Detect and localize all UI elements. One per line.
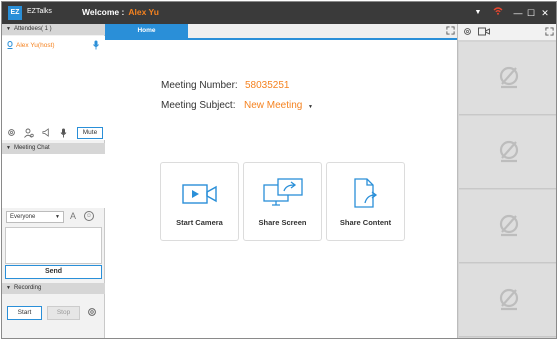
send-button[interactable]: Send bbox=[5, 265, 102, 279]
recording-controls: Start Stop bbox=[2, 301, 105, 325]
video-tile[interactable] bbox=[459, 116, 556, 189]
person-icon bbox=[7, 41, 13, 51]
chat-recipient-select[interactable]: Everyone ▼ bbox=[6, 211, 64, 223]
attendees-header[interactable]: ▼ Attendees( 1 ) bbox=[2, 24, 105, 35]
video-panel bbox=[457, 24, 556, 338]
mic-control-icon[interactable] bbox=[60, 128, 67, 140]
collapse-caret-icon: ▼ bbox=[6, 26, 11, 32]
attendee-row[interactable]: Alex Yu(host) bbox=[4, 39, 103, 52]
minimize-icon[interactable]: — bbox=[513, 6, 523, 20]
tab-home[interactable]: Home bbox=[105, 24, 188, 38]
share-screen-label: Share Screen bbox=[258, 218, 307, 227]
left-panel: ▼ Attendees( 1 ) Alex Yu(host) Mute ▼ Me… bbox=[2, 24, 105, 338]
start-camera-label: Start Camera bbox=[176, 218, 223, 227]
tab-bar: Home bbox=[105, 24, 457, 40]
meeting-chat-header-label: Meeting Chat bbox=[13, 145, 50, 151]
stop-recording-button[interactable]: Stop bbox=[47, 306, 80, 320]
microphone-icon[interactable] bbox=[93, 40, 99, 52]
video-tile[interactable] bbox=[459, 264, 556, 337]
welcome-label: Welcome : bbox=[82, 7, 125, 17]
gear-icon[interactable] bbox=[463, 27, 472, 38]
meeting-number-label: Meeting Number: bbox=[161, 80, 238, 91]
share-content-icon bbox=[353, 178, 377, 208]
chat-recipient-value: Everyone bbox=[10, 214, 36, 220]
fullscreen-icon[interactable] bbox=[446, 26, 455, 37]
app-name: EZTalks bbox=[27, 8, 52, 15]
font-icon[interactable]: A bbox=[70, 211, 76, 221]
welcome-text: Welcome : Alex Yu bbox=[82, 7, 159, 17]
recording-settings-icon[interactable] bbox=[87, 307, 97, 319]
collapse-caret-icon: ▼ bbox=[6, 145, 11, 151]
start-camera-card[interactable]: Start Camera bbox=[160, 162, 239, 241]
main-area: Home Meeting Number: 58035251 Meeting Su… bbox=[105, 24, 457, 338]
app-window: EZ EZTalks Welcome : Alex Yu ▼ — ☐ ✕ ▼ Att… bbox=[1, 1, 557, 339]
share-content-card[interactable]: Share Content bbox=[326, 162, 405, 241]
maximize-icon[interactable]: ☐ bbox=[526, 6, 536, 20]
video-tile[interactable] bbox=[459, 42, 556, 115]
camera-icon bbox=[181, 184, 217, 204]
app-logo: EZ bbox=[8, 6, 22, 20]
chat-toolbar: Everyone ▼ A ☺ bbox=[2, 208, 105, 226]
chat-input[interactable] bbox=[5, 227, 102, 264]
close-icon[interactable]: ✕ bbox=[540, 6, 550, 20]
welcome-user-name: Alex Yu bbox=[128, 7, 159, 17]
attendee-name: Alex Yu(host) bbox=[16, 42, 55, 49]
chevron-down-icon[interactable]: ▼ bbox=[308, 104, 313, 110]
emoji-icon[interactable]: ☺ bbox=[84, 211, 94, 221]
share-content-label: Share Content bbox=[339, 218, 392, 227]
recording-header[interactable]: ▼ Recording bbox=[2, 283, 105, 294]
user-settings-icon[interactable] bbox=[24, 128, 34, 140]
meeting-chat-header[interactable]: ▼ Meeting Chat bbox=[2, 143, 105, 154]
no-video-icon bbox=[499, 214, 518, 237]
meeting-subject-label: Meeting Subject: bbox=[161, 100, 236, 111]
title-bar: EZ EZTalks Welcome : Alex Yu ▼ — ☐ ✕ bbox=[2, 2, 556, 24]
start-recording-button[interactable]: Start bbox=[7, 306, 42, 320]
video-tile[interactable] bbox=[459, 190, 556, 263]
collapse-caret-icon: ▼ bbox=[6, 285, 11, 291]
attendees-header-label: Attendees( 1 ) bbox=[13, 26, 52, 32]
no-video-icon bbox=[499, 140, 518, 163]
video-camera-icon[interactable] bbox=[478, 27, 490, 38]
chat-messages bbox=[2, 154, 105, 208]
speaker-icon[interactable] bbox=[42, 128, 51, 139]
meeting-number-value: 58035251 bbox=[245, 80, 290, 91]
fullscreen-icon[interactable] bbox=[545, 27, 554, 38]
share-screen-card[interactable]: Share Screen bbox=[243, 162, 322, 241]
video-panel-header bbox=[458, 24, 556, 40]
dropdown-icon[interactable]: ▼ bbox=[472, 6, 484, 20]
no-video-icon bbox=[499, 66, 518, 89]
recording-header-label: Recording bbox=[13, 285, 42, 291]
chevron-down-icon: ▼ bbox=[55, 214, 60, 220]
no-video-icon bbox=[499, 288, 518, 311]
mute-button[interactable]: Mute bbox=[77, 127, 103, 139]
share-screen-icon bbox=[262, 178, 303, 206]
attendee-controls: Mute bbox=[2, 125, 105, 141]
meeting-subject-value[interactable]: New Meeting bbox=[244, 100, 302, 111]
wifi-icon bbox=[492, 6, 504, 20]
settings-icon[interactable] bbox=[7, 128, 16, 139]
